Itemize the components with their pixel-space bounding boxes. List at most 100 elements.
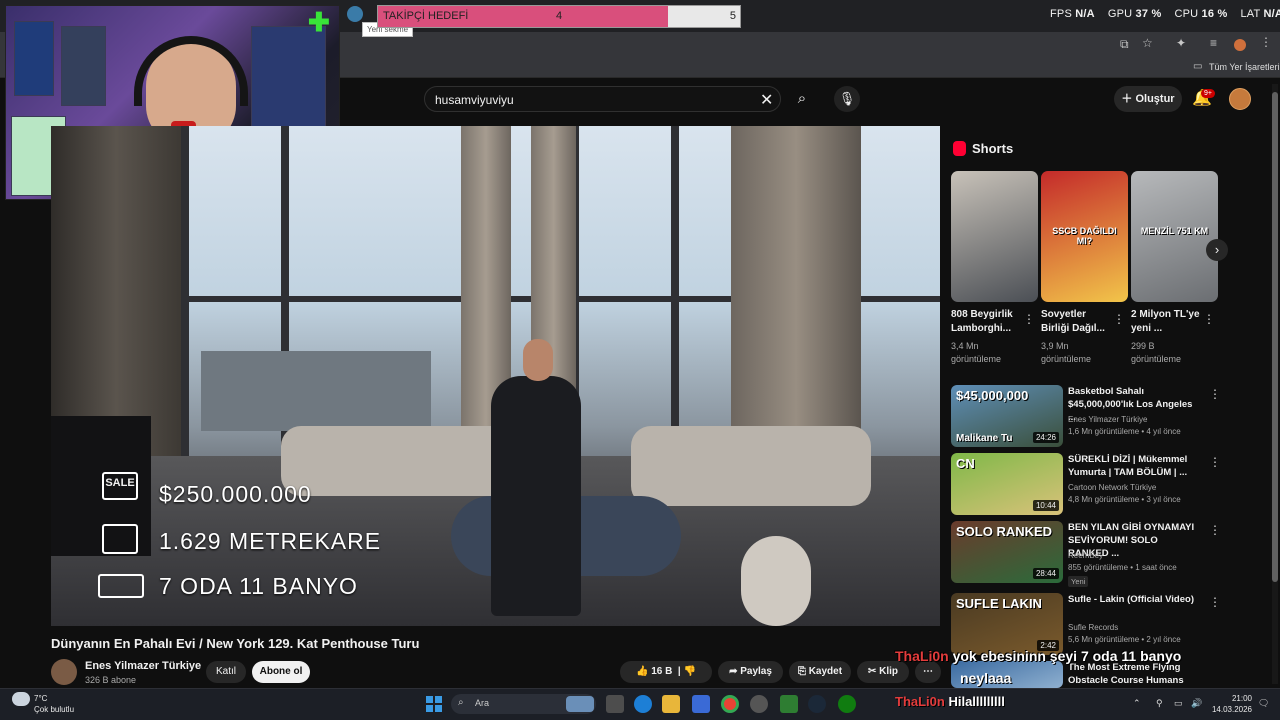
short-thumbnail[interactable] bbox=[951, 171, 1038, 302]
microphone-icon: 🎙 bbox=[838, 91, 856, 106]
clear-search-icon[interactable]: ✕ bbox=[760, 90, 773, 110]
video-thumbnail[interactable]: SOLO RANKED 28:44 bbox=[951, 521, 1063, 583]
clock-time[interactable]: 21:00 bbox=[1200, 694, 1252, 703]
dislike-button[interactable]: 👎 bbox=[684, 666, 696, 677]
video-thumbnail[interactable]: SUFLE LAKIN 2:42 bbox=[951, 593, 1063, 655]
thumbnail-text: $45,000,000 bbox=[956, 388, 1029, 403]
thumbs-up-icon: 👍 bbox=[636, 666, 649, 677]
more-actions-button[interactable]: ⋯ bbox=[915, 661, 941, 683]
short-title[interactable]: Sovyetler Birliği Dağıl... bbox=[1041, 308, 1111, 336]
short-title[interactable]: 808 Beygirlik Lamborghi... bbox=[951, 308, 1021, 336]
edge-icon[interactable] bbox=[634, 695, 652, 713]
channel-name[interactable]: Enes Yilmazer Türkiye bbox=[85, 660, 201, 672]
short-thumbnail[interactable]: SSCB DAĞILDI MI? bbox=[1041, 171, 1128, 302]
file-explorer-icon[interactable] bbox=[662, 695, 680, 713]
fps-value: N/A bbox=[1075, 8, 1095, 20]
recommended-video[interactable]: CN 10:44 SÜREKLİ DİZİ | Mükemmel Yumurta |… bbox=[951, 453, 1231, 515]
network-icon[interactable]: ▭ bbox=[1174, 698, 1183, 709]
join-button[interactable]: Katıl bbox=[206, 661, 246, 683]
share-button[interactable]: ➦ Paylaş bbox=[718, 661, 783, 683]
like-count: 16 B bbox=[651, 666, 673, 677]
reading-list-icon[interactable]: ≡ bbox=[1210, 36, 1217, 50]
clip-button[interactable]: ✂ Klip bbox=[857, 661, 909, 683]
browser-menu-icon[interactable]: ⋮ bbox=[1260, 35, 1272, 49]
media-player-icon[interactable] bbox=[780, 695, 798, 713]
rooms-overlay: 7 ODA 11 BANYO bbox=[159, 573, 358, 599]
location-icon[interactable]: ⚲ bbox=[1156, 698, 1163, 709]
video-thumbnail[interactable]: $45,000,000 Malikane Tu 24:26 bbox=[951, 385, 1063, 447]
sale-label: SALE bbox=[105, 477, 135, 489]
video-title[interactable]: SÜREKLİ DİZİ | Mükemmel Yumurta | TAM BÖ… bbox=[1068, 453, 1198, 479]
weather-widget-icon[interactable] bbox=[566, 696, 594, 712]
search-button[interactable]: ⌕ bbox=[787, 86, 817, 112]
xbox-icon[interactable] bbox=[838, 695, 856, 713]
channel-avatar[interactable] bbox=[51, 659, 77, 685]
video-channel[interactable]: Enes Yilmazer Türkiye bbox=[1068, 414, 1208, 426]
new-tab-button[interactable] bbox=[347, 6, 363, 22]
shorts-next-button[interactable]: › bbox=[1206, 239, 1228, 261]
tray-chevron-icon[interactable]: ⌃ bbox=[1133, 698, 1141, 709]
like-button[interactable]: 👍 16 B bbox=[636, 666, 672, 677]
video-channel[interactable]: ReemBey bbox=[1068, 550, 1208, 562]
short-thumbnail[interactable]: MENZİL 751 KM bbox=[1131, 171, 1218, 302]
short-thumbnail-text: MENZİL 751 KM bbox=[1140, 226, 1209, 236]
weather-temperature[interactable]: 7°C bbox=[34, 694, 47, 703]
video-player[interactable]: SALE $250.000.000 1.629 METREKARE 7 ODA … bbox=[51, 126, 940, 626]
chrome-icon[interactable] bbox=[721, 695, 739, 713]
lat-value: N/A bbox=[1263, 8, 1280, 20]
profile-icon[interactable] bbox=[1234, 39, 1246, 51]
video-channel[interactable]: Sufle Records bbox=[1068, 622, 1208, 634]
cloud-icon[interactable] bbox=[12, 692, 30, 706]
search-icon: ⌕ bbox=[797, 90, 807, 107]
weather-description[interactable]: Çok bulutlu bbox=[34, 705, 74, 714]
video-channel[interactable]: Cartoon Network Türkiye bbox=[1068, 482, 1208, 494]
windows-start-icon[interactable] bbox=[426, 696, 442, 712]
video-thumbnail[interactable]: CN 10:44 bbox=[951, 453, 1063, 515]
chat-username: ThaLi0n bbox=[895, 694, 945, 709]
performance-overlay: FPS N/A GPU 37 % CPU 16 % LAT N/A bbox=[1050, 8, 1280, 20]
thumbnail-text: SOLO RANKED bbox=[956, 524, 1053, 539]
more-icon[interactable]: ⋮ bbox=[1209, 387, 1221, 401]
more-icon[interactable]: ⋮ bbox=[1113, 312, 1125, 326]
video-title[interactable]: Sufle - Lakin (Official Video) bbox=[1068, 593, 1198, 606]
more-icon[interactable]: ⋮ bbox=[1209, 455, 1221, 469]
create-button[interactable]: ＋ Oluştur bbox=[1114, 86, 1182, 112]
short-thumbnail-text: SSCB DAĞILDI MI? bbox=[1052, 226, 1117, 246]
cursor-icon: ✚ bbox=[308, 7, 330, 37]
sale-sign-icon: SALE bbox=[102, 472, 138, 500]
store-icon[interactable] bbox=[692, 695, 710, 713]
video-meta: 4,8 Mn görüntüleme • 3 yıl önce bbox=[1068, 495, 1181, 504]
cast-icon[interactable]: ⧉ bbox=[1120, 37, 1129, 52]
subscribe-button[interactable]: Abone ol bbox=[252, 661, 310, 683]
area-overlay: 1.629 METREKARE bbox=[159, 528, 382, 554]
more-icon[interactable]: ⋮ bbox=[1203, 312, 1215, 326]
short-title[interactable]: 2 Milyon TL'ye yeni ... bbox=[1131, 308, 1201, 336]
steam-icon[interactable] bbox=[808, 695, 826, 713]
more-icon[interactable]: ⋮ bbox=[1209, 595, 1221, 609]
extensions-icon[interactable]: ✦ bbox=[1176, 36, 1186, 50]
bookmark-star-icon[interactable]: ☆ bbox=[1142, 36, 1153, 50]
more-icon[interactable]: ⋮ bbox=[1209, 523, 1221, 537]
recommended-video[interactable]: SOLO RANKED 28:44 BEN YILAN GİBİ OYNAMAYI … bbox=[951, 521, 1231, 587]
share-label: Paylaş bbox=[740, 666, 772, 677]
save-button[interactable]: ⎘ Kaydet bbox=[789, 661, 851, 683]
voice-search-button[interactable]: 🎙 bbox=[834, 86, 860, 112]
recommended-video[interactable]: $45,000,000 Malikane Tu 24:26 Basketbol Sah… bbox=[951, 385, 1231, 447]
page-scrollbar-thumb[interactable] bbox=[1272, 92, 1278, 582]
plus-icon: ＋ bbox=[1121, 93, 1133, 105]
gpu-label: GPU bbox=[1107, 8, 1133, 20]
fps-label: FPS bbox=[1050, 8, 1072, 20]
video-meta: 5,6 Mn görüntüleme • 2 yıl önce bbox=[1068, 635, 1181, 644]
notification-center-icon[interactable]: 🗨 bbox=[1258, 698, 1269, 709]
clip-label: Klip bbox=[879, 666, 899, 677]
shorts-section-title: Shorts bbox=[972, 141, 1014, 156]
all-bookmarks-link[interactable]: Tüm Yer İşaretleri bbox=[1209, 62, 1280, 72]
search-input[interactable]: husamviyuviyu bbox=[424, 86, 781, 112]
recommended-video[interactable]: SUFLE LAKIN 2:42 Sufle - Lakin (Official V… bbox=[951, 593, 1231, 655]
more-icon[interactable]: ⋮ bbox=[1023, 312, 1035, 326]
obs-icon[interactable] bbox=[750, 695, 768, 713]
account-avatar[interactable] bbox=[1229, 88, 1251, 110]
chat-message: ThaLi0n Hilalllllllll bbox=[895, 694, 1005, 709]
clock-date[interactable]: 14.03.2026 bbox=[1200, 705, 1252, 714]
task-view-icon[interactable] bbox=[606, 695, 624, 713]
